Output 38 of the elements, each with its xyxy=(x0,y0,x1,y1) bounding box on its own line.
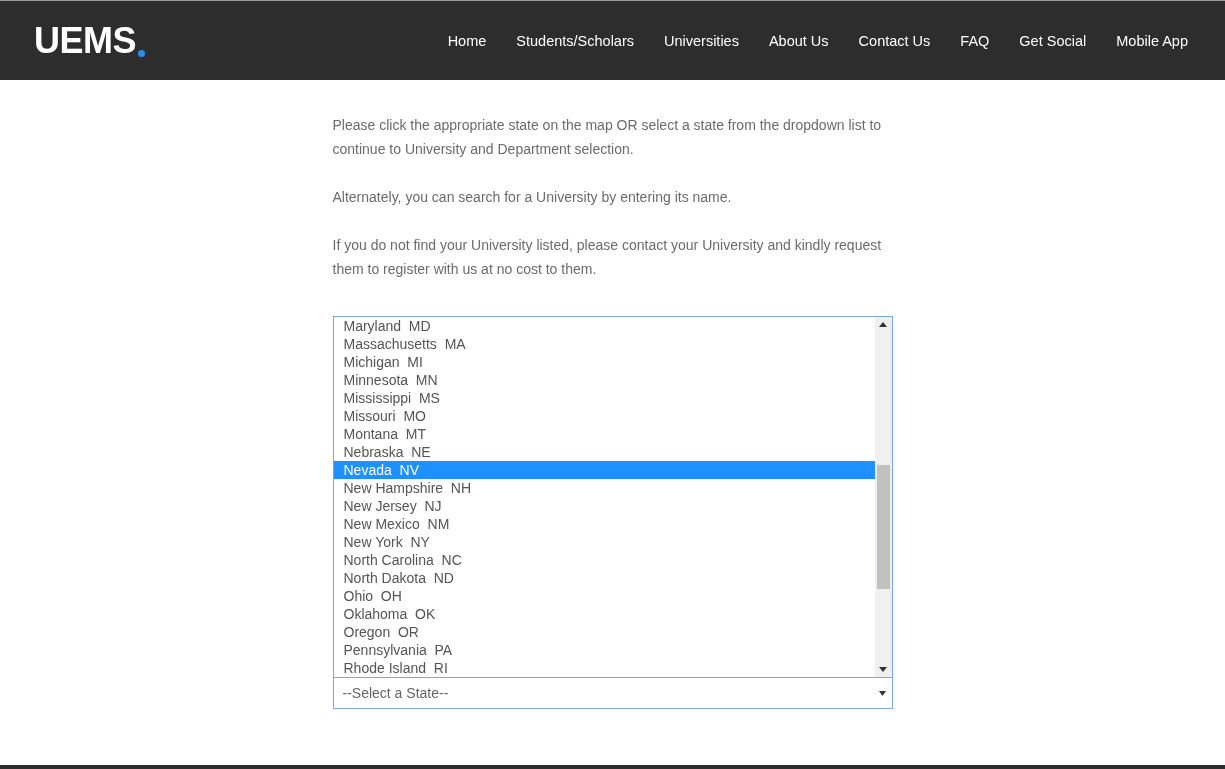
nav-link[interactable]: About Us xyxy=(753,32,844,49)
state-option[interactable]: Oregon OR xyxy=(333,623,875,641)
state-option[interactable]: New Mexico NM xyxy=(333,515,875,533)
logo-dot-icon xyxy=(138,49,145,57)
scroll-down-arrow-icon[interactable] xyxy=(879,667,887,672)
instruction-text: If you do not find your University listed, please contact your University and kindly request them to register with us at no cost to them. xyxy=(332,236,883,279)
scrollbar-thumb[interactable] xyxy=(876,465,890,589)
nav-link[interactable]: Mobile App xyxy=(1101,32,1203,49)
state-option[interactable]: Montana MT xyxy=(333,425,875,443)
nav-link[interactable]: Universities xyxy=(649,32,754,49)
nav-link[interactable]: FAQ xyxy=(945,32,1005,49)
state-option[interactable]: Missouri MO xyxy=(333,407,875,425)
scroll-up-arrow-icon[interactable] xyxy=(879,322,887,327)
nav-link[interactable]: Get Social xyxy=(1004,32,1102,49)
state-option[interactable]: Maryland MD xyxy=(333,317,875,335)
state-option[interactable]: North Dakota ND xyxy=(333,569,875,587)
state-option[interactable]: Nebraska NE xyxy=(333,443,875,461)
nav-link[interactable]: Students/Scholars xyxy=(501,32,649,49)
state-option[interactable]: Massachusetts MA xyxy=(333,335,875,353)
state-option[interactable]: Rhode Island RI xyxy=(333,659,875,677)
state-option[interactable]: Minnesota MN xyxy=(333,371,875,389)
state-option[interactable]: Oklahoma OK xyxy=(333,605,875,623)
state-list-box[interactable] xyxy=(332,316,893,677)
nav-link[interactable]: Contact Us xyxy=(843,32,946,49)
state-dropdown[interactable]: --Select a State-- xyxy=(332,677,893,709)
state-option[interactable]: New Hampshire NH xyxy=(333,479,875,497)
state-option[interactable]: North Carolina NC xyxy=(333,551,875,569)
instruction-text: Please click the appropriate state on the map OR select a state from the dropdown list to continue to University and Department selection. xyxy=(332,116,883,159)
instruction-text: Alternately, you can search for a University by entering its name. xyxy=(332,188,733,207)
state-option[interactable]: Ohio OH xyxy=(333,587,875,605)
state-option[interactable]: Michigan MI xyxy=(333,353,875,371)
logo-text[interactable]: UEMS xyxy=(34,22,136,59)
state-option[interactable]: New Jersey NJ xyxy=(333,497,875,515)
state-option[interactable]: New York NY xyxy=(333,533,875,551)
caret-icon xyxy=(878,690,886,696)
state-option[interactable]: Mississippi MS xyxy=(333,389,875,407)
state-option[interactable]: Pennsylvania PA xyxy=(333,641,875,659)
nav-link[interactable]: Home xyxy=(432,32,502,49)
